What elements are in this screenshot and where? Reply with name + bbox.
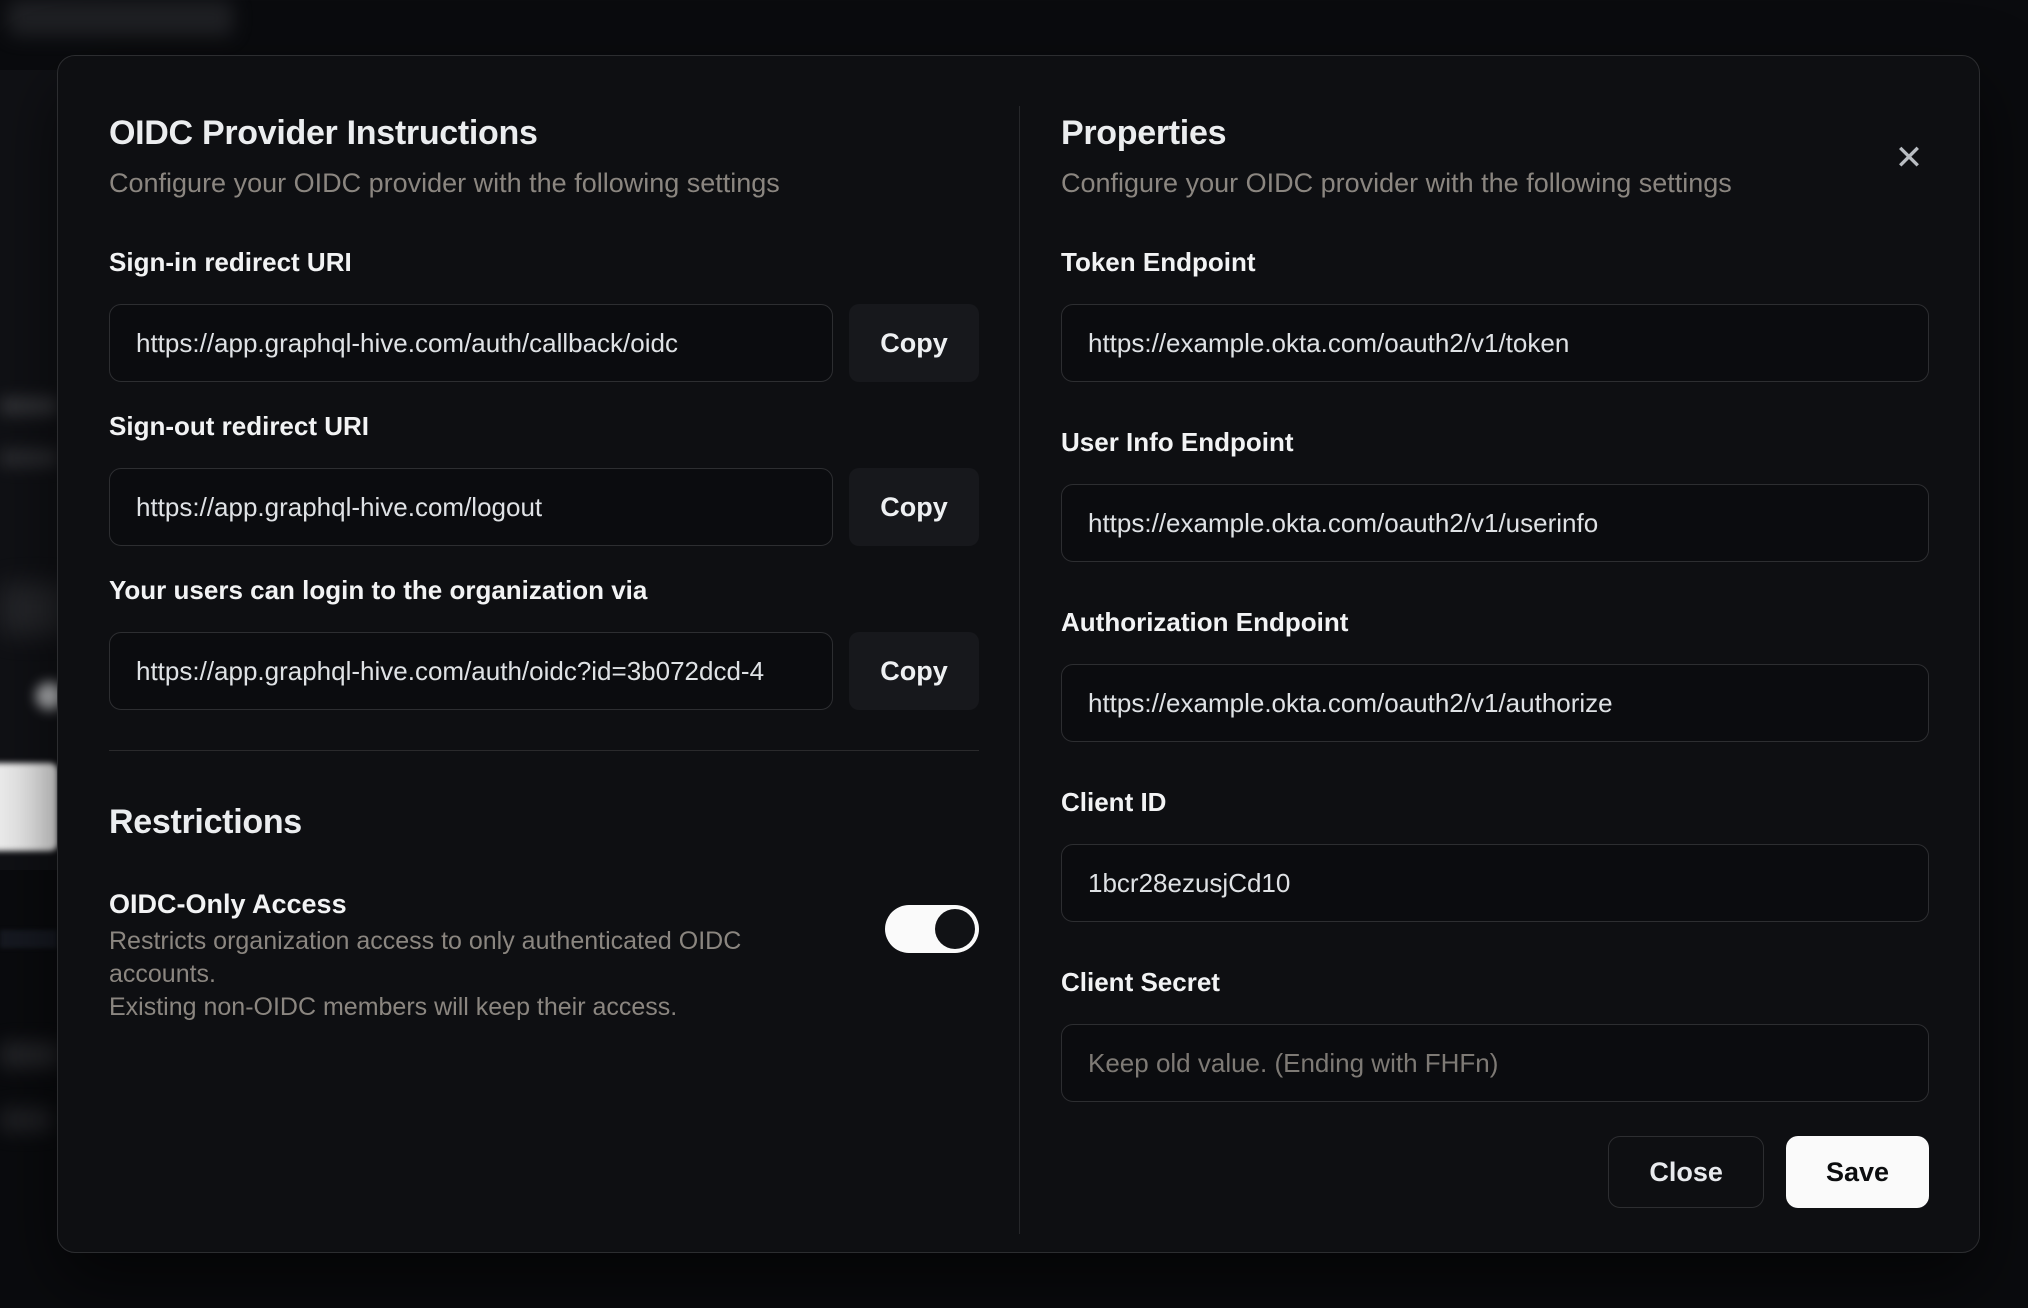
user-info-endpoint-row	[1061, 484, 1929, 562]
close-icon[interactable]: ✕	[1887, 136, 1931, 180]
background-text-blur	[0, 448, 58, 468]
copy-sign-in-uri-button[interactable]: Copy	[849, 304, 979, 382]
client-secret-label: Client Secret	[1061, 967, 1220, 997]
oidc-only-access-text: OIDC-Only Access Restricts organization …	[109, 887, 885, 1024]
sign-out-redirect-uri-row: Copy	[109, 468, 979, 546]
copy-sign-out-uri-button[interactable]: Copy	[849, 468, 979, 546]
oidc-only-access-label: OIDC-Only Access	[109, 889, 347, 919]
properties-section: Properties Configure your OIDC provider …	[1019, 56, 1979, 1252]
close-button[interactable]: Close	[1608, 1136, 1764, 1208]
token-endpoint-input[interactable]	[1061, 304, 1929, 382]
client-secret-input[interactable]	[1061, 1024, 1929, 1102]
login-url-label: Your users can login to the organization…	[109, 575, 648, 605]
section-divider	[109, 750, 979, 751]
login-url-row: Copy	[109, 632, 979, 710]
oidc-only-access-toggle[interactable]	[885, 905, 979, 953]
authorization-endpoint-label: Authorization Endpoint	[1061, 607, 1349, 637]
oidc-only-access-description: Existing non-OIDC members will keep thei…	[109, 993, 678, 1021]
background-band-blur	[0, 930, 57, 948]
properties-subtitle: Configure your OIDC provider with the fo…	[1061, 168, 1732, 198]
client-id-input[interactable]	[1061, 844, 1929, 922]
user-info-endpoint-input[interactable]	[1061, 484, 1929, 562]
background-page-panel	[0, 70, 57, 870]
oidc-only-access-description: Restricts organization access to only au…	[109, 927, 742, 988]
background-button-blur	[0, 763, 58, 851]
background-text-blur	[0, 1042, 60, 1068]
background-text-blur	[0, 1108, 52, 1132]
sign-in-redirect-uri-input[interactable]	[109, 304, 833, 382]
oidc-only-access-row: OIDC-Only Access Restricts organization …	[109, 887, 979, 1024]
toggle-knob	[935, 909, 975, 949]
authorization-endpoint-input[interactable]	[1061, 664, 1929, 742]
background-text-blur	[0, 396, 58, 416]
column-divider	[1019, 106, 1020, 1234]
token-endpoint-label: Token Endpoint	[1061, 247, 1256, 277]
sign-out-redirect-uri-input[interactable]	[109, 468, 833, 546]
client-secret-row	[1061, 1024, 1929, 1102]
user-info-endpoint-label: User Info Endpoint	[1061, 427, 1294, 457]
client-id-label: Client ID	[1061, 787, 1167, 817]
token-endpoint-row	[1061, 304, 1929, 382]
login-url-input[interactable]	[109, 632, 833, 710]
sign-in-redirect-uri-label: Sign-in redirect URI	[109, 247, 352, 277]
copy-login-url-button[interactable]: Copy	[849, 632, 979, 710]
properties-title: Properties	[1061, 114, 1227, 152]
client-id-row	[1061, 844, 1929, 922]
authorization-endpoint-row	[1061, 664, 1929, 742]
save-button[interactable]: Save	[1785, 1136, 1929, 1208]
oidc-instructions-section: OIDC Provider Instructions Configure you…	[58, 56, 1019, 1252]
sign-in-redirect-uri-row: Copy	[109, 304, 979, 382]
instructions-title: OIDC Provider Instructions	[109, 114, 538, 152]
restrictions-title: Restrictions	[109, 803, 302, 841]
modal-actions: Close Save	[1061, 1136, 1929, 1208]
sign-out-redirect-uri-label: Sign-out redirect URI	[109, 411, 370, 441]
background-nav-blur	[8, 0, 233, 36]
oidc-settings-modal: ✕ OIDC Provider Instructions Configure y…	[57, 55, 1980, 1253]
instructions-subtitle: Configure your OIDC provider with the fo…	[109, 168, 780, 198]
